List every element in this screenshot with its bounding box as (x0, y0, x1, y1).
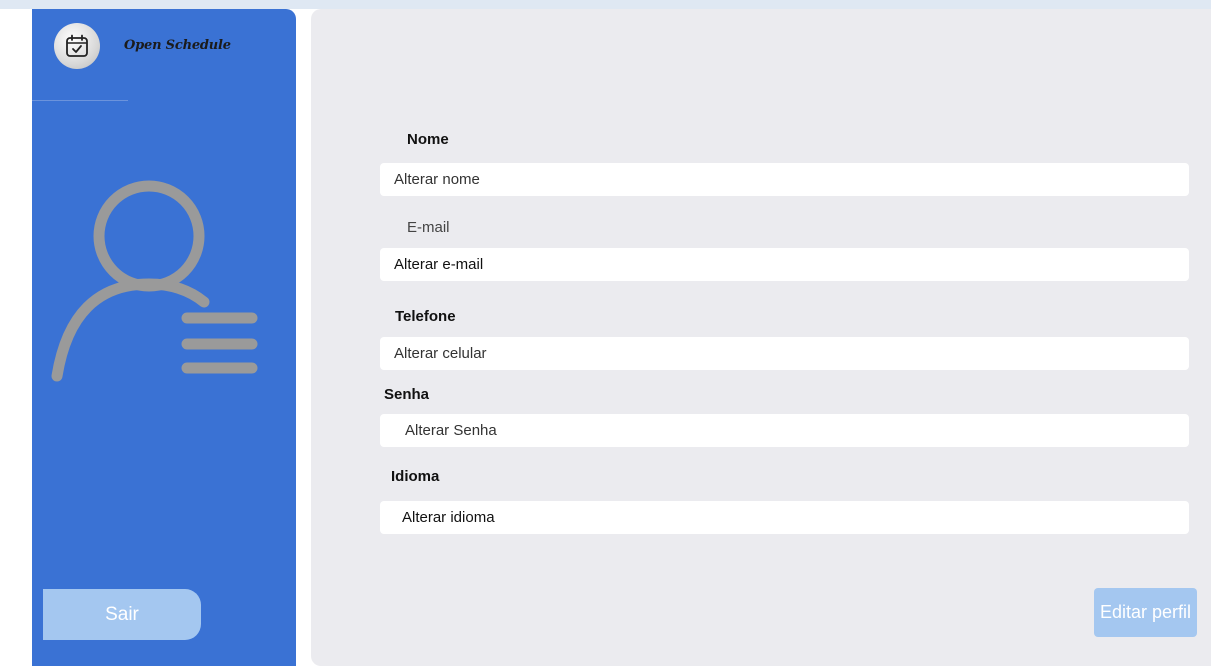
top-strip (0, 0, 1211, 9)
profile-form-panel: Nome Alterar nome E-mail Alterar e-mail … (311, 9, 1211, 666)
email-field[interactable]: Alterar e-mail (380, 248, 1189, 281)
name-label: Nome (407, 131, 449, 148)
app-logo[interactable] (54, 23, 100, 69)
logout-button[interactable]: Sair (43, 589, 201, 640)
email-label: E-mail (407, 219, 450, 236)
user-list-icon (51, 180, 258, 382)
edit-profile-button[interactable]: Editar perfil (1094, 588, 1197, 637)
password-field[interactable]: Alterar Senha (380, 414, 1189, 447)
phone-field[interactable]: Alterar celular (380, 337, 1189, 370)
language-label: Idioma (391, 468, 440, 485)
name-field[interactable]: Alterar nome (380, 163, 1189, 196)
brand-name: Open Schedule (124, 38, 231, 53)
language-field[interactable]: Alterar idioma (380, 501, 1189, 534)
sidebar: Open Schedule Sair (32, 9, 296, 666)
phone-label: Telefone (395, 308, 456, 325)
password-label: Senha (384, 386, 430, 403)
sidebar-divider (32, 100, 128, 101)
calendar-check-icon (66, 34, 88, 57)
